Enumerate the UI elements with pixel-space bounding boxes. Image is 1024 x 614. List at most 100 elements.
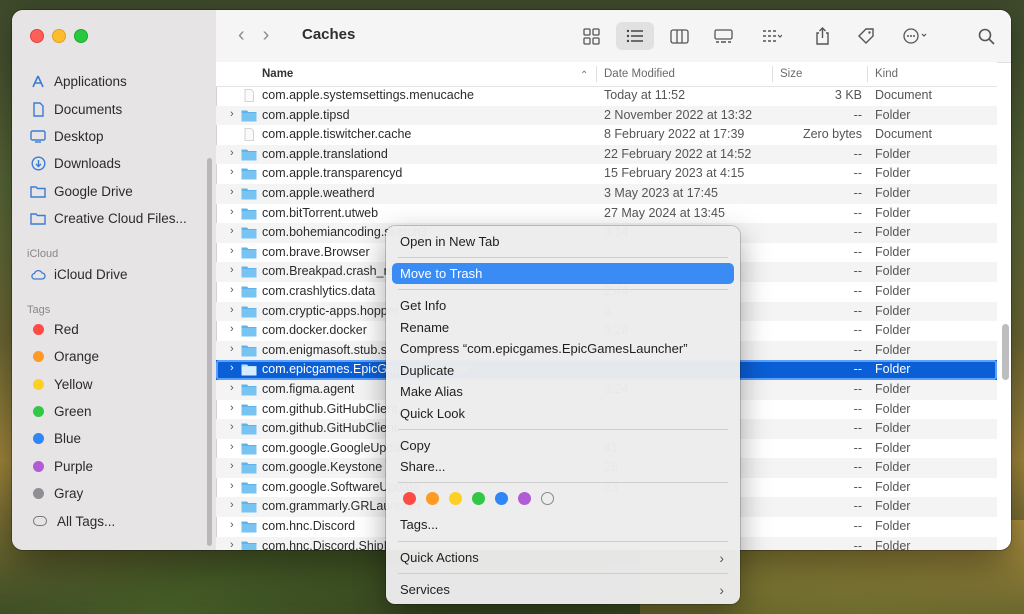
column-date-modified[interactable]: Date Modified: [604, 68, 675, 80]
sidebar-tag-green[interactable]: Green: [12, 398, 216, 425]
disclosure-triangle-icon[interactable]: ›: [230, 480, 234, 492]
back-icon[interactable]: ‹: [238, 24, 245, 47]
table-row[interactable]: › com.apple.translationd 22 February 2022 …: [216, 144, 997, 165]
tag-gray-dot[interactable]: [541, 492, 554, 505]
file-list-scrollbar[interactable]: [1002, 324, 1009, 380]
file-size: --: [853, 342, 862, 357]
sidebar-item-documents[interactable]: Documents: [12, 95, 216, 122]
disclosure-triangle-icon[interactable]: ›: [230, 539, 234, 550]
disclosure-triangle-icon[interactable]: ›: [230, 166, 234, 178]
tag-red-dot[interactable]: [403, 492, 416, 505]
table-row[interactable]: › com.apple.transparencyd 15 February 2023…: [216, 164, 997, 184]
disclosure-triangle-icon[interactable]: ›: [230, 499, 234, 511]
table-row[interactable]: › com.bitTorrent.utweb 27 May 2024 at 13:4…: [216, 204, 997, 224]
disclosure-triangle-icon[interactable]: ›: [230, 402, 234, 414]
menu-share[interactable]: Share...: [392, 456, 734, 477]
disclosure-triangle-icon[interactable]: ›: [230, 206, 234, 218]
tag-dot-gray: [33, 488, 44, 500]
file-kind: Folder: [875, 440, 911, 455]
list-view-button[interactable]: [616, 22, 654, 50]
sidebar-item-google-drive[interactable]: Google Drive: [12, 178, 216, 205]
column-kind[interactable]: Kind: [875, 68, 898, 80]
tag-button[interactable]: [849, 22, 883, 50]
sidebar-item-creative-cloud[interactable]: Creative Cloud Files...: [12, 205, 216, 232]
column-size[interactable]: Size: [780, 68, 802, 80]
disclosure-triangle-icon[interactable]: ›: [230, 108, 234, 120]
menu-quick-look[interactable]: Quick Look: [392, 403, 734, 424]
column-view-button[interactable]: [660, 22, 698, 50]
all-tags-icon: [33, 516, 47, 527]
menu-rename[interactable]: Rename: [392, 317, 734, 338]
table-row[interactable]: com.apple.tiswitcher.cache 8 February 202…: [216, 125, 997, 145]
disclosure-triangle-icon[interactable]: ›: [230, 323, 234, 335]
sidebar-item-icloud-drive[interactable]: iCloud Drive: [12, 260, 216, 287]
file-date-modified: 3 May 2023 at 17:45: [604, 185, 718, 200]
tag-orange-dot[interactable]: [426, 492, 439, 505]
menu-quick-actions[interactable]: Quick Actions ›: [392, 547, 734, 568]
column-divider[interactable]: [867, 66, 868, 82]
menu-tags[interactable]: Tags...: [392, 514, 734, 535]
menu-move-to-trash[interactable]: Move to Trash: [392, 263, 734, 284]
menu-make-alias[interactable]: Make Alias: [392, 381, 734, 402]
minimize-button[interactable]: [52, 29, 66, 43]
sidebar-tag-orange[interactable]: Orange: [12, 343, 216, 370]
sidebar-tag-purple[interactable]: Purple: [12, 453, 216, 480]
close-button[interactable]: [30, 29, 44, 43]
menu-copy[interactable]: Copy: [392, 435, 734, 456]
share-button[interactable]: [805, 22, 839, 50]
disclosure-triangle-icon[interactable]: ›: [230, 264, 234, 276]
group-button[interactable]: [749, 22, 795, 50]
menu-services[interactable]: Services ›: [392, 579, 734, 600]
sidebar-tag-yellow[interactable]: Yellow: [12, 371, 216, 398]
tag-blue-dot[interactable]: [495, 492, 508, 505]
sidebar-scrollbar[interactable]: [207, 158, 212, 546]
gallery-view-button[interactable]: [704, 22, 742, 50]
sidebar-item-desktop[interactable]: Desktop: [12, 123, 216, 150]
sidebar-item-label: Orange: [54, 349, 100, 365]
table-row[interactable]: › com.apple.weatherd 3 May 2023 at 17:45 --…: [216, 183, 997, 204]
navigation-buttons: ‹ ›: [238, 24, 269, 47]
tag-green-dot[interactable]: [472, 492, 485, 505]
disclosure-triangle-icon[interactable]: ›: [230, 362, 234, 374]
menu-get-info[interactable]: Get Info: [392, 295, 734, 316]
menu-tag-colors: [403, 492, 554, 505]
tag-yellow-dot[interactable]: [449, 492, 462, 505]
sidebar-tag-red[interactable]: Red: [12, 316, 216, 343]
sidebar-item-downloads[interactable]: Downloads: [12, 150, 216, 177]
sidebar-item-label: iCloud Drive: [54, 266, 128, 282]
disclosure-triangle-icon[interactable]: ›: [230, 245, 234, 257]
column-divider[interactable]: [596, 66, 597, 82]
table-row[interactable]: com.apple.systemsettings.menucache Today …: [216, 86, 997, 106]
sidebar-tag-blue[interactable]: Blue: [12, 425, 216, 452]
disclosure-triangle-icon[interactable]: ›: [230, 421, 234, 433]
icon-view-button[interactable]: [572, 22, 610, 50]
menu-duplicate[interactable]: Duplicate: [392, 360, 734, 381]
disclosure-triangle-icon[interactable]: ›: [230, 519, 234, 531]
sidebar-tag-gray[interactable]: Gray: [12, 480, 216, 507]
disclosure-triangle-icon[interactable]: ›: [230, 343, 234, 355]
menu-open-in-new-tab[interactable]: Open in New Tab: [392, 231, 734, 252]
disclosure-triangle-icon[interactable]: ›: [230, 304, 234, 316]
disclosure-triangle-icon[interactable]: ›: [230, 186, 234, 198]
menu-compress[interactable]: Compress “com.epicgames.EpicGamesLaunche…: [392, 338, 734, 359]
disclosure-triangle-icon[interactable]: ›: [230, 284, 234, 296]
disclosure-triangle-icon[interactable]: ›: [230, 225, 234, 237]
tag-purple-dot[interactable]: [518, 492, 531, 505]
search-button[interactable]: [969, 22, 1003, 50]
file-size: --: [853, 479, 862, 494]
more-actions-button[interactable]: [893, 22, 939, 50]
sidebar-item-applications[interactable]: Applications: [12, 68, 216, 95]
disclosure-triangle-icon[interactable]: ›: [230, 382, 234, 394]
disclosure-triangle-icon[interactable]: ›: [230, 441, 234, 453]
sidebar-all-tags[interactable]: All Tags...: [12, 507, 216, 534]
column-name[interactable]: Name: [262, 68, 293, 80]
file-size: --: [853, 244, 862, 259]
forward-icon[interactable]: ›: [263, 24, 270, 47]
disclosure-triangle-icon[interactable]: ›: [230, 460, 234, 472]
disclosure-triangle-icon[interactable]: ›: [230, 147, 234, 159]
column-divider[interactable]: [772, 66, 773, 82]
sidebar-section-icloud: iCloud: [27, 248, 59, 261]
zoom-button[interactable]: [74, 29, 88, 43]
table-row[interactable]: › com.apple.tipsd 2 November 2022 at 13:32…: [216, 105, 997, 126]
menu-item-label: Quick Actions: [400, 550, 479, 565]
